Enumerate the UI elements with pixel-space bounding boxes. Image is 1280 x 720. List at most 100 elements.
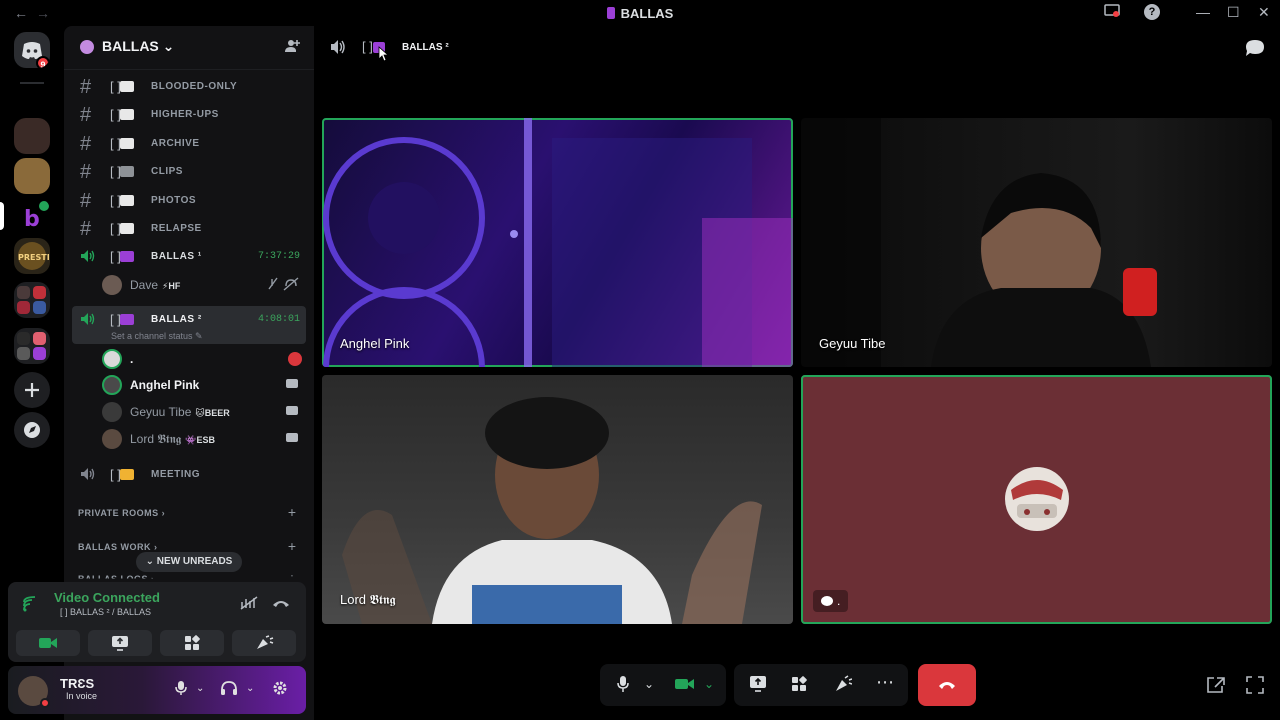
channel-higher-ups[interactable]: # [ ] HIGHER-UPS <box>72 102 306 128</box>
hangup-phone-icon <box>939 682 955 689</box>
gear-icon[interactable] <box>272 680 288 699</box>
discover-icon[interactable] <box>14 412 50 448</box>
leave-call-button[interactable] <box>918 664 976 706</box>
channel-relapse[interactable]: # [ ] RELAPSE <box>72 216 306 242</box>
activities-icon[interactable] <box>790 675 808 697</box>
voice-user-geyuu-tibe[interactable]: Geyuu Tibe 🐱BEER <box>102 399 306 425</box>
voice-channel-ballas-1[interactable]: [ ] BALLAS ¹ 7:37:29 <box>72 244 306 270</box>
channel-blooded-only[interactable]: # [ ] BLOODED-ONLY <box>72 74 306 100</box>
help-icon[interactable]: ? <box>1144 4 1160 20</box>
chevron-down-icon[interactable]: ⌄ <box>196 683 204 694</box>
chevron-down-icon[interactable]: ⌄ <box>246 683 254 694</box>
chat-emoji-icon <box>120 81 134 92</box>
dnd-status-icon <box>40 698 50 708</box>
add-channel-icon[interactable]: + <box>288 538 296 554</box>
participant-name: Geyuu Tibe <box>819 336 886 351</box>
add-channel-icon[interactable]: + <box>288 504 296 520</box>
soundboard-icon[interactable] <box>834 675 853 697</box>
pop-out-icon[interactable] <box>1206 676 1226 699</box>
participant-name: Anghel Pink <box>340 336 410 351</box>
microphone-icon[interactable] <box>616 675 630 697</box>
username[interactable]: TRƐS <box>60 676 94 691</box>
voice-user-dave[interactable]: Dave ⚡HF <box>102 272 306 298</box>
mouse-cursor-icon <box>378 46 390 62</box>
hash-icon: # <box>80 218 92 240</box>
voice-channel-ballas-2[interactable]: [ ] BALLAS ² 4:08:01 Set a channel statu… <box>72 306 306 344</box>
server-folder-icon[interactable] <box>14 328 50 364</box>
category-private-rooms[interactable]: PRIVATE ROOMS › <box>78 508 165 518</box>
channel-clips[interactable]: # [ ] CLIPS <box>72 159 306 185</box>
channel-photos[interactable]: # [ ] PHOTOS <box>72 188 306 214</box>
invite-people-icon[interactable] <box>284 38 300 59</box>
voice-timer: 7:37:29 <box>257 251 300 262</box>
video-feed <box>323 118 793 367</box>
active-server-pill <box>0 202 4 230</box>
voice-user-dot[interactable]: . <box>102 346 306 372</box>
maximize-button[interactable]: ☐ <box>1227 4 1240 21</box>
soundboard-button[interactable] <box>232 630 296 656</box>
ballas-emoji-icon <box>120 251 134 262</box>
close-button[interactable]: ✕ <box>1258 4 1270 21</box>
voice-user-lord-bing[interactable]: Lord 𝕭𝖙𝖓𝖌 👾ESB <box>102 426 306 452</box>
video-feed <box>342 397 762 624</box>
video-tile-geyuu-tibe[interactable]: Geyuu Tibe <box>801 118 1272 367</box>
lock-emoji-icon <box>120 469 134 480</box>
noise-suppression-icon[interactable] <box>240 596 258 613</box>
video-camera-icon <box>286 406 298 415</box>
minimize-button[interactable]: — <box>1196 4 1210 20</box>
hash-icon: # <box>80 190 92 212</box>
speaker-icon <box>81 468 95 480</box>
film-emoji-icon <box>120 166 134 177</box>
server-icon[interactable] <box>14 158 50 194</box>
voice-status-title[interactable]: Video Connected <box>54 590 160 605</box>
call-channel-name: BALLAS ² <box>402 42 449 53</box>
disconnect-icon[interactable] <box>272 596 290 613</box>
video-camera-icon <box>286 379 298 388</box>
ballas-server-icon[interactable]: b <box>14 198 50 234</box>
new-unreads-button[interactable]: ⌄ NEW UNREADS <box>136 552 242 572</box>
speaker-icon <box>330 39 348 60</box>
prestige-server-icon[interactable]: PRESTIGE <box>14 238 50 274</box>
rail-divider <box>20 82 44 84</box>
avatar <box>102 429 122 449</box>
chevron-down-icon[interactable]: ⌄ <box>644 677 654 691</box>
call-actions-bar: ⋯ <box>734 664 908 706</box>
chat-bubble-icon[interactable] <box>1244 38 1266 63</box>
video-camera-icon <box>286 433 298 442</box>
activities-button[interactable] <box>160 630 224 656</box>
video-tile-lord-bing[interactable]: Lord 𝕭𝖙𝖓𝖌 <box>322 375 793 624</box>
hash-icon: # <box>80 161 92 183</box>
audio-video-controls: ⌄ ⌄ <box>600 664 726 706</box>
microphone-icon[interactable] <box>174 680 188 699</box>
more-options-icon[interactable]: ⋯ <box>876 672 895 693</box>
inbox-icon[interactable] <box>1104 4 1120 21</box>
category-ballas-work[interactable]: BALLAS WORK › <box>78 542 158 552</box>
chevron-down-icon[interactable]: ⌄ <box>704 677 714 691</box>
server-folder-icon[interactable] <box>14 282 50 318</box>
guild-name: BALLAS ⌄ <box>102 38 175 54</box>
screen-share-icon[interactable] <box>748 675 768 697</box>
server-icon[interactable] <box>14 118 50 154</box>
svg-text:b: b <box>24 207 40 232</box>
camera-toggle-button[interactable] <box>16 630 80 656</box>
guild-header[interactable]: BALLAS ⌄ <box>64 26 314 70</box>
fullscreen-icon[interactable] <box>1246 676 1264 699</box>
speaker-icon <box>81 250 95 262</box>
video-camera-icon[interactable] <box>674 675 696 697</box>
channel-archive[interactable]: # [ ] ARCHIVE <box>72 131 306 157</box>
guild-icon <box>80 40 94 54</box>
chat-emoji-icon <box>120 138 134 149</box>
add-server-icon[interactable] <box>14 372 50 408</box>
headphones-icon[interactable] <box>220 680 238 699</box>
video-tile-anghel-pink[interactable]: Anghel Pink <box>322 118 793 367</box>
voice-channel-meeting[interactable]: [ ] MEETING <box>72 462 306 488</box>
camera-emoji-icon <box>120 195 134 206</box>
voice-location[interactable]: [ ] BALLAS ² / BALLAS <box>60 607 151 617</box>
channel-status-prompt[interactable]: Set a channel status ✎ <box>111 331 203 342</box>
screen-share-button[interactable] <box>88 630 152 656</box>
connection-signal-icon[interactable] <box>22 596 40 612</box>
hash-icon: # <box>80 76 92 98</box>
video-tile-dot[interactable]: . <box>801 375 1272 624</box>
voice-user-anghel-pink[interactable]: Anghel Pink <box>102 372 306 398</box>
discord-home-icon[interactable]: 9 <box>14 32 50 68</box>
